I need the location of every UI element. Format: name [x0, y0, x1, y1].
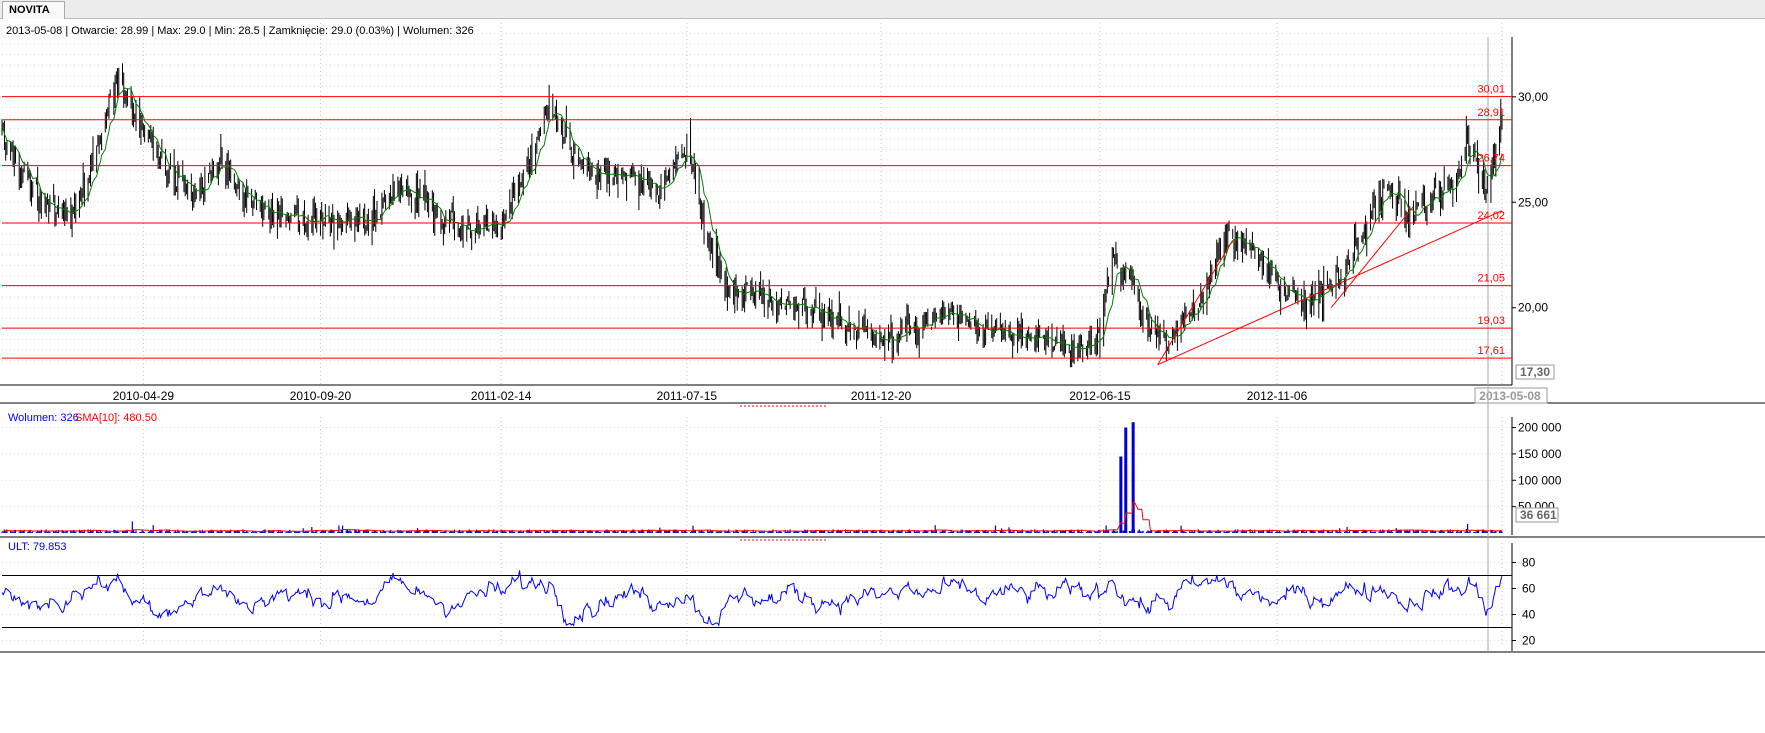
- price-y-tick-label: 25,00: [1518, 195, 1548, 209]
- current-volume-label: 36 661: [1520, 508, 1557, 522]
- price-y-tick-label: 30,00: [1518, 90, 1548, 104]
- volume-y-tick-label: 150 000: [1518, 447, 1562, 461]
- current-price-label: 17,30: [1520, 365, 1550, 379]
- ult-y-tick-label: 80: [1522, 556, 1536, 570]
- tab-bar: NOVITA: [0, 0, 1765, 19]
- horizontal-level-label: 21,05: [1477, 273, 1505, 285]
- x-tick-label: 2012-11-06: [1247, 389, 1308, 403]
- horizontal-level-label: 30,01: [1477, 84, 1505, 96]
- x-tick-label-current: 2013-05-08: [1479, 389, 1541, 403]
- x-tick-label: 2011-02-14: [471, 389, 532, 403]
- volume-y-tick-label: 100 000: [1518, 473, 1562, 487]
- horizontal-level-label: 26,74: [1477, 153, 1505, 165]
- tab-novita[interactable]: NOVITA: [2, 1, 65, 19]
- ult-y-tick-label: 60: [1522, 582, 1536, 596]
- price-y-tick-label: 20,00: [1518, 301, 1548, 315]
- volume-legend: Wolumen: 326: [8, 412, 79, 424]
- volume-spike-bar[interactable]: [1131, 422, 1135, 533]
- horizontal-level-label: 19,03: [1477, 315, 1505, 327]
- x-tick-label: 2012-06-15: [1069, 389, 1131, 403]
- volume-sma-legend: SMA[10]: 480.50: [75, 412, 157, 424]
- header-info-line: 2013-05-08 | Otwarcie: 28.99 | Max: 29.0…: [6, 25, 474, 37]
- x-tick-label: 2010-09-20: [290, 389, 352, 403]
- volume-y-tick-label: 200 000: [1518, 421, 1562, 435]
- horizontal-level-label: 17,61: [1477, 345, 1505, 357]
- ult-y-tick-label: 40: [1522, 608, 1536, 622]
- chart-svg[interactable]: 2010-04-29 2010-09-20 2011-02-14 2011-07-15…: [0, 19, 1765, 733]
- x-tick-label: 2011-07-15: [657, 389, 718, 403]
- chart-area[interactable]: 2010-04-29 2010-09-20 2011-02-14 2011-07-15…: [0, 19, 1765, 733]
- chart-background: [0, 19, 1765, 733]
- horizontal-level-label: 28,91: [1477, 107, 1505, 119]
- volume-spike-bar[interactable]: [1119, 456, 1123, 533]
- x-tick-label: 2011-12-20: [851, 389, 912, 403]
- ult-y-tick-label: 20: [1522, 634, 1536, 648]
- ult-legend: ULT: 79.853: [8, 541, 67, 553]
- chart-frame: 2010-04-29 2010-09-20 2011-02-14 2011-07-15…: [0, 19, 1765, 733]
- x-tick-label: 2010-04-29: [113, 389, 175, 403]
